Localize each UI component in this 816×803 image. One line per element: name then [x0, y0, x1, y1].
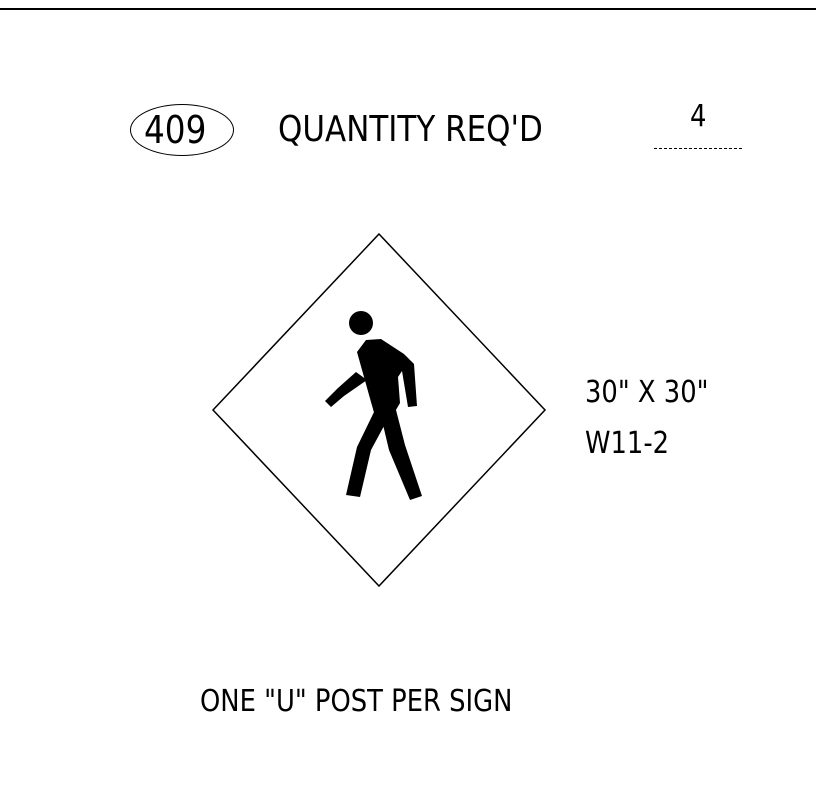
pedestrian-head — [349, 311, 373, 335]
post-note: ONE "U" POST PER SIGN — [200, 684, 513, 719]
sign-size: 30" X 30" — [585, 375, 709, 410]
sign-code: W11-2 — [585, 426, 670, 461]
sign-detail-sheet: 409 QUANTITY REQ'D 4 30" X 30" W11-2 ONE… — [0, 0, 816, 803]
